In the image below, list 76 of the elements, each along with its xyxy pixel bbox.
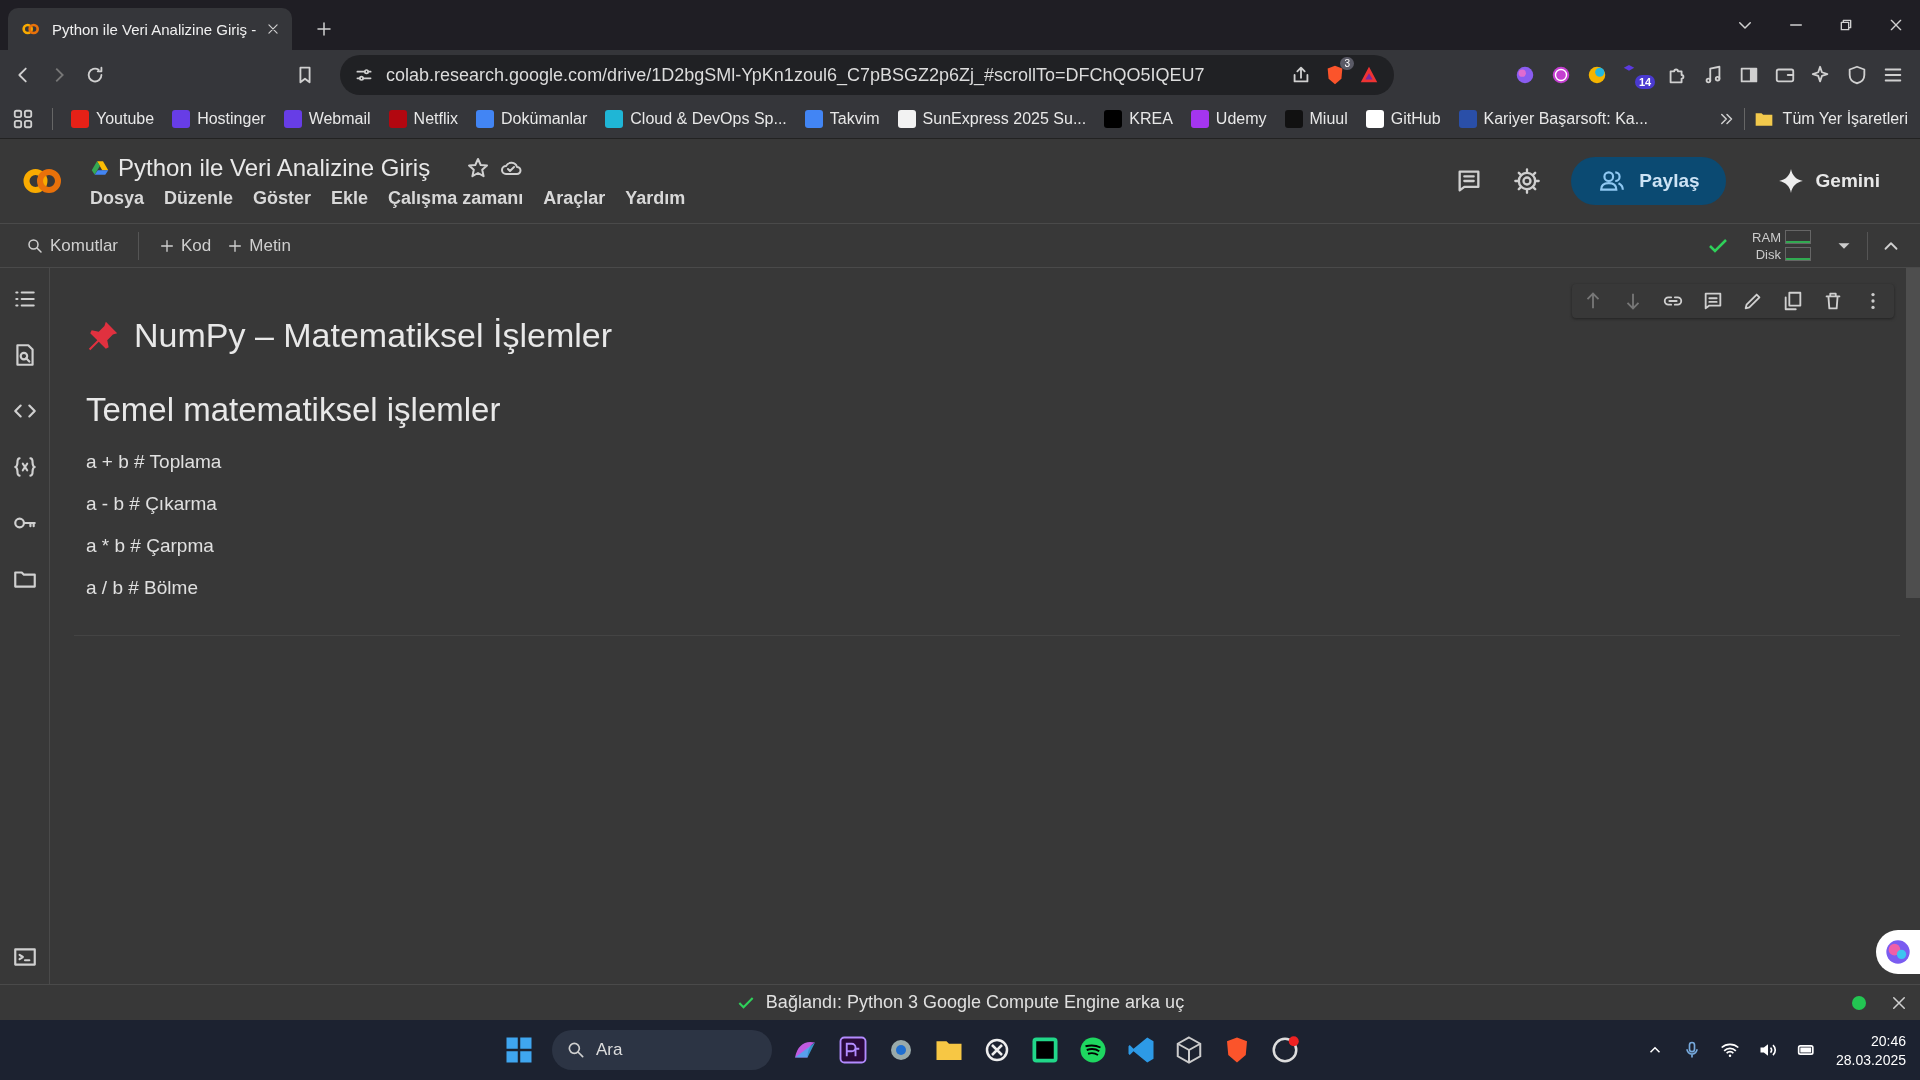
dial-icon[interactable] bbox=[1270, 1035, 1300, 1065]
comment-icon[interactable] bbox=[1702, 290, 1724, 312]
clock-time[interactable]: 20:46 bbox=[1870, 1032, 1906, 1049]
pc-tile-icon[interactable] bbox=[1030, 1035, 1060, 1065]
cell-heading: NumPy – Matematiksel İşlemler bbox=[134, 316, 612, 355]
bookmark-item[interactable]: KREA bbox=[1104, 110, 1173, 128]
search-icon bbox=[566, 1040, 586, 1060]
resource-label: RAM bbox=[1752, 229, 1781, 245]
menu-item[interactable]: Göster bbox=[253, 187, 312, 209]
lr-circle-icon[interactable] bbox=[1550, 64, 1572, 86]
shield-badge: 3 bbox=[1340, 57, 1354, 70]
notebook-title[interactable]: Python ile Veri Analizine Giriş bbox=[118, 153, 431, 182]
bookmark-item[interactable]: Kariyer Başarsoft: Ka... bbox=[1458, 110, 1649, 128]
address-bar[interactable]: colab.research.google.com/drive/1D2bgSMl-YpKn1zoul6_C7pBSGZ2p6Zj_#scrollTo=DFChQO5IQEU7 3 bbox=[340, 55, 1394, 95]
sound-waves-circle-icon[interactable] bbox=[1078, 1035, 1108, 1065]
settings-icon[interactable] bbox=[1513, 167, 1542, 195]
bookmark-item[interactable]: Hostinger bbox=[172, 110, 266, 128]
search-icon bbox=[26, 236, 44, 255]
status-dot bbox=[1852, 995, 1866, 1010]
drive-logo-icon bbox=[90, 158, 110, 177]
clock-date[interactable]: 28.03.2025 bbox=[1835, 1051, 1906, 1068]
taskbar-search[interactable]: Ara bbox=[552, 1030, 772, 1070]
t-circle-icon[interactable] bbox=[1586, 64, 1608, 86]
share-button[interactable]: Paylaş bbox=[1571, 157, 1726, 205]
bookmark-item[interactable]: GitHub bbox=[1365, 110, 1441, 128]
resource-label: Disk bbox=[1755, 246, 1781, 262]
gemini-button[interactable]: Gemini bbox=[1755, 168, 1902, 194]
text-line: a - b # Çıkarma bbox=[86, 493, 218, 515]
usage-graph-icon bbox=[1785, 230, 1811, 244]
add-code-button[interactable]: Kod bbox=[151, 231, 220, 260]
bookmark-item[interactable]: Cloud & DevOps Sp... bbox=[605, 110, 787, 128]
menu-item[interactable]: Düzenle bbox=[164, 187, 234, 209]
bookmark-item[interactable]: Miuul bbox=[1284, 110, 1348, 128]
variables-icon[interactable] bbox=[11, 454, 38, 480]
menu-item[interactable]: Araçlar bbox=[543, 187, 606, 209]
text-cell[interactable]: NumPy – Matematiksel İşlemler Temel matematiksel işlemler a + b # Toplama a - b # Çıkarma a * b # Çarpma a / b # Bölme bbox=[74, 274, 1900, 636]
bookmark-item[interactable]: Tüm Yer İşaretleri bbox=[1717, 108, 1908, 130]
ribbon-icon[interactable] bbox=[1126, 1035, 1156, 1065]
plus-icon bbox=[227, 237, 244, 254]
cube-icon[interactable] bbox=[1174, 1035, 1204, 1065]
shield-icon[interactable] bbox=[1846, 64, 1868, 86]
menu-item[interactable]: Dosya bbox=[90, 187, 145, 209]
bookmark-item[interactable]: SunExpress 2025 Su... bbox=[897, 110, 1087, 128]
brain-icon[interactable] bbox=[1514, 64, 1536, 86]
restore-icon[interactable] bbox=[1838, 17, 1854, 33]
bookmark-item[interactable]: Udemy bbox=[1190, 110, 1267, 128]
browser-tab[interactable]: Python ile Veri Analizine Giriş - bbox=[8, 8, 293, 50]
extension-badge: 14 bbox=[1635, 75, 1656, 89]
bookmark-item[interactable]: Youtube bbox=[71, 110, 155, 128]
colorful-orb-icon[interactable] bbox=[1884, 938, 1912, 966]
bookmark-item[interactable]: Webmail bbox=[283, 110, 371, 128]
add-text-button[interactable]: Metin bbox=[219, 231, 299, 260]
menu-item[interactable]: Yardım bbox=[625, 187, 686, 209]
windows-logo-icon[interactable] bbox=[504, 1035, 534, 1065]
colab-logo-icon bbox=[20, 21, 42, 37]
text-line: a + b # Toplama bbox=[86, 451, 223, 473]
bookmark-item[interactable]: Dokümanlar bbox=[476, 110, 588, 128]
new-tab-icon[interactable] bbox=[315, 20, 334, 38]
menu-item[interactable]: Ekle bbox=[331, 187, 369, 209]
text-line: a / b # Bölme bbox=[86, 577, 199, 599]
star-icon[interactable] bbox=[466, 155, 491, 180]
apps-grid-icon[interactable] bbox=[12, 108, 34, 130]
cell-subheading: Temel matematiksel işlemler bbox=[86, 391, 502, 429]
text-line: a * b # Çarpma bbox=[86, 535, 215, 557]
commands-button[interactable]: Komutlar bbox=[18, 231, 127, 260]
bookmark-item[interactable]: Takvim bbox=[804, 110, 880, 128]
close-icon[interactable] bbox=[1888, 17, 1904, 33]
close-icon[interactable] bbox=[266, 22, 281, 36]
resource-monitor[interactable]: RAM Disk bbox=[1752, 229, 1811, 262]
bookmark-item[interactable]: Netflix bbox=[388, 110, 459, 128]
plus-icon bbox=[159, 237, 176, 254]
connection-status: Bağlandı: Python 3 Google Compute Engine arka uç bbox=[765, 992, 1185, 1013]
copy-icon[interactable] bbox=[1782, 290, 1804, 312]
pr-tile-icon[interactable] bbox=[838, 1035, 868, 1065]
usage-graph-icon bbox=[1785, 247, 1811, 261]
menu-item[interactable]: Çalışma zamanı bbox=[388, 187, 524, 209]
